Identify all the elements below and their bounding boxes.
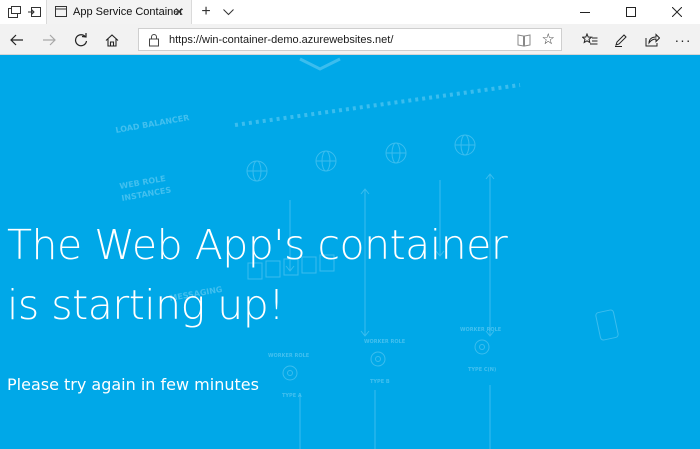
more-icon[interactable]: ··· [674,31,692,49]
home-button[interactable] [103,31,121,49]
refresh-icon [74,33,88,47]
lock-icon [149,34,159,47]
share-icon[interactable] [643,31,661,49]
headline-line-2: is starting up! [7,281,285,329]
page-headline: The Web App's container is starting up! [7,215,508,335]
headline-line-1: The Web App's container [7,221,508,269]
close-window-button[interactable] [654,0,700,24]
favorites-list-icon[interactable] [581,31,599,49]
book-icon[interactable] [517,33,531,47]
diagram-label: WORKER ROLE [268,353,310,359]
gear-icon [474,339,490,355]
page-subtitle: Please try again in few minutes [7,375,259,394]
arrow-right-icon [43,34,56,46]
star-icon[interactable]: ☆ [542,30,555,48]
home-icon [105,33,119,47]
title-bar: App Service Container ✕ + [0,0,700,25]
globe-icon [385,142,407,164]
plus-icon[interactable]: + [198,3,214,20]
globe-icon [246,160,268,182]
back-button[interactable] [8,31,26,49]
diagram-label: LOAD BALANCER [115,113,190,135]
close-tab-icon[interactable]: ✕ [171,4,187,20]
page-content: LOAD BALANCER WEB ROLE INSTANCES MESSAGI… [0,55,700,449]
navigation-bar: https://win-container-demo.azurewebsites… [0,24,700,55]
tab-title: App Service Container [73,6,184,18]
diagram-label: TYPE A [282,393,302,399]
arrow-left-icon [10,34,23,46]
refresh-button[interactable] [72,31,90,49]
globe-icon [454,134,476,156]
diagram-label: TYPE B [370,379,390,385]
diagram-label: WORKER ROLE [364,339,406,345]
forward-button[interactable] [40,31,58,49]
address-bar[interactable]: https://win-container-demo.azurewebsites… [138,28,562,51]
page-icon [55,6,67,17]
diagram-label: TYPE C(N) [468,367,496,373]
browser-tab[interactable]: App Service Container ✕ [46,0,192,24]
maximize-button[interactable] [608,0,654,24]
chevron-down-icon[interactable] [220,4,236,20]
minimize-button[interactable] [562,0,608,24]
url-text: https://win-container-demo.azurewebsites… [169,34,394,46]
gear-icon [282,365,298,381]
gear-icon [370,351,386,367]
pen-icon[interactable] [612,31,630,49]
tab-actions-icon[interactable] [6,4,22,20]
set-aside-tabs-icon[interactable] [26,4,42,20]
globe-icon [315,150,337,172]
